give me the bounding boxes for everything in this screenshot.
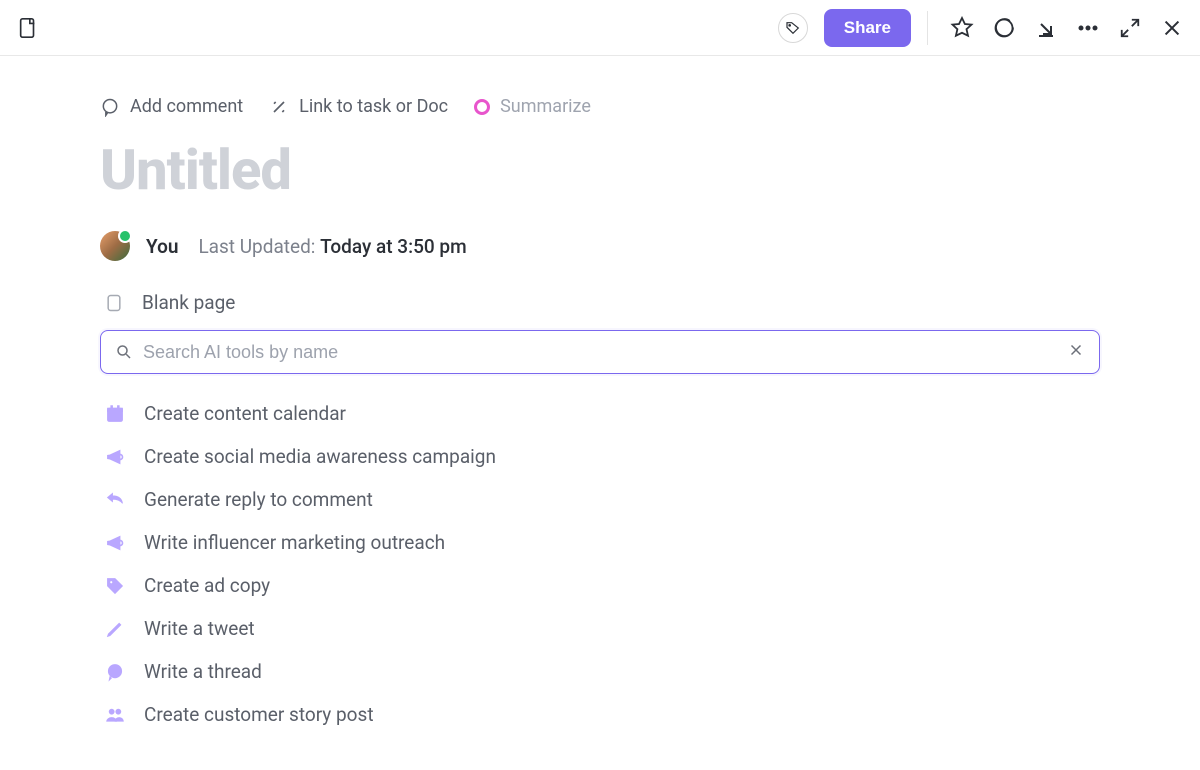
divider [927,11,928,45]
add-comment-label: Add comment [130,96,243,117]
more-button[interactable] [1070,10,1106,46]
clear-search-button[interactable] [1067,341,1085,363]
ai-tool-item[interactable]: Write influencer marketing outreach [100,521,1100,564]
ai-tool-item[interactable]: Create ad copy [100,564,1100,607]
doc-action-row: Add comment Link to task or Doc Summariz… [100,96,1100,117]
document-content: Add comment Link to task or Doc Summariz… [0,56,1200,736]
top-bar: Share [0,0,1200,56]
doc-title[interactable]: Untitled [100,137,1100,203]
comments-button[interactable] [986,10,1022,46]
ai-tool-item[interactable]: Generate reply to comment [100,478,1100,521]
close-button[interactable] [1154,10,1190,46]
page-icon [104,293,124,313]
tag-button[interactable] [778,13,808,43]
ai-tools-list: Create content calendar Create social med… [100,392,1100,736]
share-button[interactable]: Share [824,9,911,47]
calendar-icon [104,404,126,424]
blank-page-option[interactable]: Blank page [100,291,1100,314]
ai-tool-label: Generate reply to comment [144,488,373,511]
ai-tool-label: Write influencer marketing outreach [144,531,445,554]
add-comment-action[interactable]: Add comment [100,96,243,117]
comment-icon [100,97,120,117]
blank-page-label: Blank page [142,291,235,314]
author-name: You [146,235,178,258]
ai-tool-item[interactable]: Create content calendar [100,392,1100,435]
pen-icon [104,619,126,639]
ai-tool-label: Create content calendar [144,402,346,425]
summarize-label: Summarize [500,96,591,117]
ai-tool-item[interactable]: Write a thread [100,650,1100,693]
link-icon [269,97,289,117]
ai-search-box[interactable] [100,330,1100,374]
ai-tool-item[interactable]: Create social media awareness campaign [100,435,1100,478]
page-toggle-button[interactable] [10,10,46,46]
close-icon [1067,341,1085,359]
ai-tool-label: Create customer story post [144,703,374,726]
megaphone-icon [104,447,126,467]
ai-tool-label: Create ad copy [144,574,270,597]
megaphone-icon [104,533,126,553]
byline: You Last Updated: Today at 3:50 pm [100,231,1100,261]
tag-icon [104,576,126,596]
link-task-label: Link to task or Doc [299,96,448,117]
favorite-button[interactable] [944,10,980,46]
ai-tool-label: Write a tweet [144,617,255,640]
search-icon [115,343,133,361]
link-task-action[interactable]: Link to task or Doc [269,96,448,117]
ai-tool-item[interactable]: Write a tweet [100,607,1100,650]
ai-tool-label: Create social media awareness campaign [144,445,496,468]
last-updated-value: Today at 3:50 pm [320,235,467,258]
chat-icon [104,662,126,682]
ai-search-input[interactable] [143,342,1057,363]
reply-icon [104,490,126,510]
last-updated-label: Last Updated: [198,235,315,258]
avatar[interactable] [100,231,130,261]
summarize-action[interactable]: Summarize [474,96,591,117]
summarize-icon [474,99,490,115]
people-icon [104,705,126,725]
expand-button[interactable] [1112,10,1148,46]
download-button[interactable] [1028,10,1064,46]
ai-tool-label: Write a thread [144,660,262,683]
ai-tool-item[interactable]: Create customer story post [100,693,1100,736]
